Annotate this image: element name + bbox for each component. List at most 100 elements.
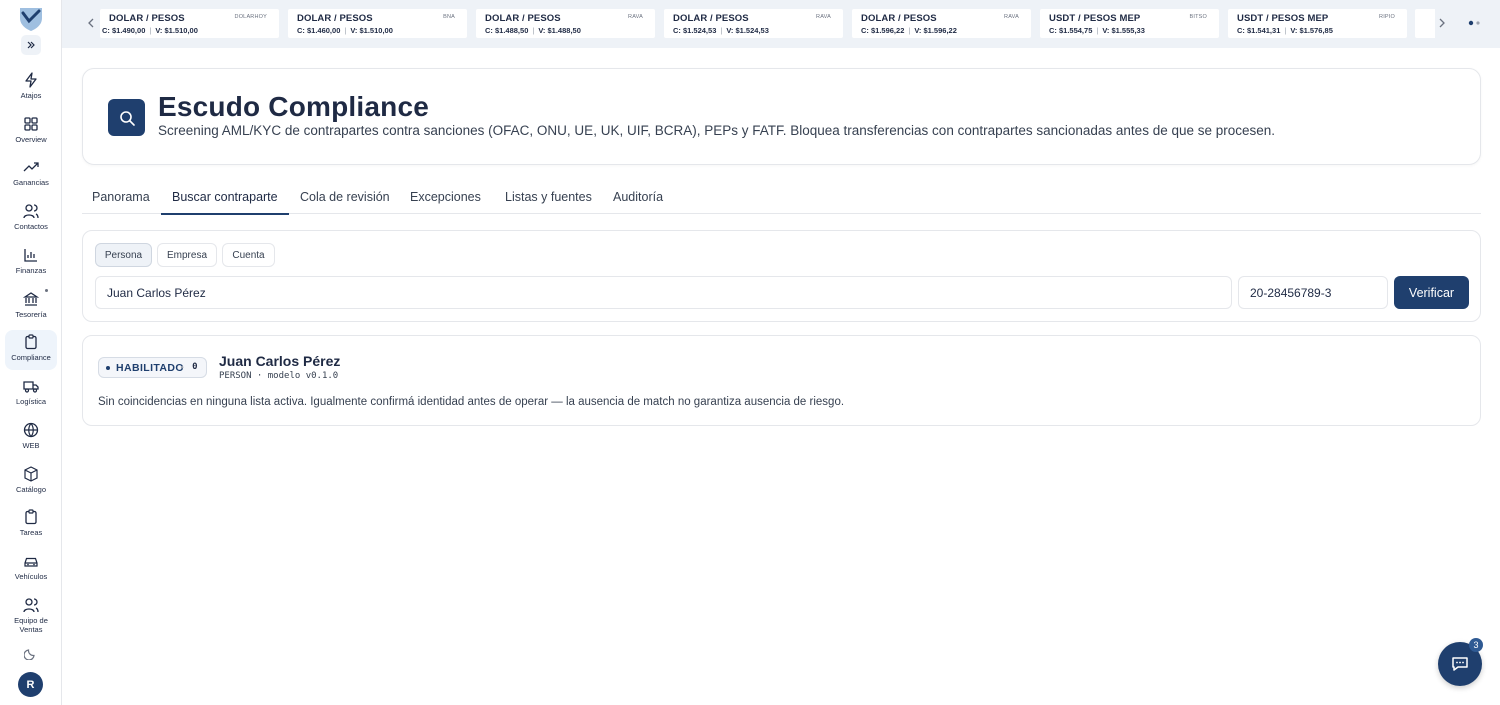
sidebar-item-label: Atajos [20,91,42,100]
ticker-pair: USDT / PESOS MEP [1049,13,1141,24]
notification-dot [45,289,48,292]
ticker-buy: C: $1.541,31 [1237,26,1281,35]
result-card: HABILITADO • 0 Juan Carlos Pérez PERSON … [82,335,1481,426]
ticker-source: rava [1004,14,1019,20]
sidebar-item-finanzas[interactable]: Finanzas [5,243,57,283]
type-cuenta-button[interactable]: Cuenta [222,243,275,267]
sidebar-item-label: Overview [15,135,47,144]
ticker-sell: V: $1.555,33 [1102,26,1145,35]
users-icon [23,204,39,219]
ticker-card[interactable]: DOLAR / PESOS bna C: $1.460,00 | V: $1.510… [288,9,467,38]
ticker-card[interactable]: DOLAR / PESOS rava C: $1.524,53 | V: $1.52… [664,9,843,38]
sidebar-item-catalogo[interactable]: Catálogo [5,462,57,502]
status-badge: HABILITADO • 0 [98,357,207,378]
ticker-pair: DOLAR / PESOS [673,13,749,24]
ticker-card[interactable]: USDT / PESOS MEP ripio C: $1.541,31 | V: $… [1228,9,1407,38]
tabs-bar: Panorama Buscar contraparte Cola de revi… [82,184,1481,215]
sidebar-item-equipo-de-ventas[interactable]: Equipo de Ventas [5,593,57,637]
tab-excepciones[interactable]: Excepciones [410,190,481,214]
tab-cola-de-revision[interactable]: Cola de revisión [300,190,390,214]
tab-panorama[interactable]: Panorama [92,190,150,214]
chevrons-right-icon [27,41,35,49]
ticker-buy: C: $1.460,00 [297,26,341,35]
sidebar-item-label: Logística [15,397,47,406]
sidebar-item-label: Equipo de Ventas [14,616,48,634]
result-name: Juan Carlos Pérez [219,353,341,369]
type-persona-button[interactable]: Persona [95,243,152,267]
name-input[interactable]: Juan Carlos Pérez [95,276,1232,309]
ticker-source: rava [816,14,831,20]
ticker-sell: V: $1.510,00 [155,26,198,35]
ticker-source: bna [443,14,455,20]
tab-auditoria[interactable]: Auditoría [613,190,663,214]
trend-up-icon [23,162,39,172]
bank-icon [23,292,39,306]
sidebar-item-label: Compliance [11,353,51,362]
bolt-icon [25,72,37,88]
status-label: HABILITADO [116,361,184,374]
ticker-buy: C: $1.554,75 [1049,26,1093,35]
expand-sidebar-button[interactable] [21,35,41,55]
clipboard-icon [25,509,37,525]
chat-unread-badge: 3 [1469,638,1483,652]
ticker-card[interactable]: USDT / PESOS MEP bitso C: $1.554,75 | V: $… [1040,9,1219,38]
sidebar-item-tareas[interactable]: Tareas [5,505,57,545]
tax-id-input[interactable]: 20-28456789-3 [1238,276,1388,309]
tab-listas-y-fuentes[interactable]: Listas y fuentes [505,190,592,214]
users-icon [23,598,39,613]
ticker-prev-button[interactable] [82,14,100,32]
ticker-pair: DOLAR / PESOS [861,13,937,24]
ticker-toggle-icon[interactable] [1467,19,1483,27]
tab-buscar-contraparte[interactable]: Buscar contraparte [161,190,289,215]
sidebar-item-label: Tareas [19,528,43,537]
sidebar-item-atajos[interactable]: Atajos [5,68,57,108]
exchange-rate-ticker: DOLAR / PESOS dolarhoy C: $1.490,00 | V: $… [62,0,1500,48]
ticker-buy: C: $1.490,00 [102,26,146,35]
moon-icon[interactable] [24,646,38,660]
sidebar-item-vehiculos[interactable]: Vehículos [5,549,57,589]
status-dot [106,365,110,370]
truck-icon [23,381,39,393]
sidebar-item-compliance[interactable]: Compliance [5,330,57,370]
sidebar-item-ganancias[interactable]: Ganancias [5,155,57,195]
ticker-card[interactable]: DOLAR / PESOS dolarhoy C: $1.490,00 | V: $… [100,9,279,38]
result-meta: PERSON · modelo v0.1.0 [219,371,339,381]
ticker-sell: V: $1.510,00 [350,26,393,35]
chevron-left-icon [88,18,94,28]
ticker-sell: V: $1.488,50 [538,26,581,35]
sidebar-item-tesoreria[interactable]: Tesorería [5,287,57,327]
ticker-sell: V: $1.576,85 [1290,26,1333,35]
ticker-source: rava [628,14,643,20]
page-subtitle: Screening AML/KYC de contrapartes contra… [158,123,1276,138]
ticker-pair: DOLAR / PESOS [109,13,185,24]
ticker-source: ripio [1379,14,1395,20]
sidebar-item-overview[interactable]: Overview [5,112,57,152]
sidebar-item-label: WEB [22,441,40,450]
sidebar-item-contactos[interactable]: Contactos [5,199,57,239]
sidebar-item-label: Ganancias [13,178,49,187]
ticker-buy: C: $1.524,53 [673,26,717,35]
ticker-next-button[interactable] [1433,14,1451,32]
verify-button[interactable]: Verificar [1394,276,1469,309]
ticker-sell: V: $1.596,22 [914,26,957,35]
sidebar: Atajos Overview Ganancias Contactos Fina… [0,0,62,705]
sidebar-item-web[interactable]: WEB [5,418,57,458]
ticker-card[interactable]: DOLAR / PESOS rava C: $1.488,50 | V: $1.48… [476,9,655,38]
chat-icon [1452,657,1468,671]
sidebar-item-label: Catálogo [15,485,47,494]
search-shield-icon [119,110,135,126]
type-empresa-button[interactable]: Empresa [157,243,217,267]
sidebar-item-logistica[interactable]: Logística [5,374,57,414]
box-icon [24,466,38,482]
header-icon-box [108,99,145,136]
chevron-right-icon [1439,18,1445,28]
sidebar-item-label: Finanzas [15,266,47,275]
ticker-card[interactable]: DOLAR / PESOS rava C: $1.596,22 | V: $1.59… [852,9,1031,38]
app-logo-icon[interactable] [18,6,44,32]
ticker-buy: C: $1.596,22 [861,26,905,35]
sidebar-item-label: Vehículos [14,572,48,581]
ticker-buy: C: $1.488,50 [485,26,529,35]
ticker-card-partial [1415,9,1435,38]
grid-icon [24,117,38,131]
avatar[interactable]: R [18,672,43,697]
